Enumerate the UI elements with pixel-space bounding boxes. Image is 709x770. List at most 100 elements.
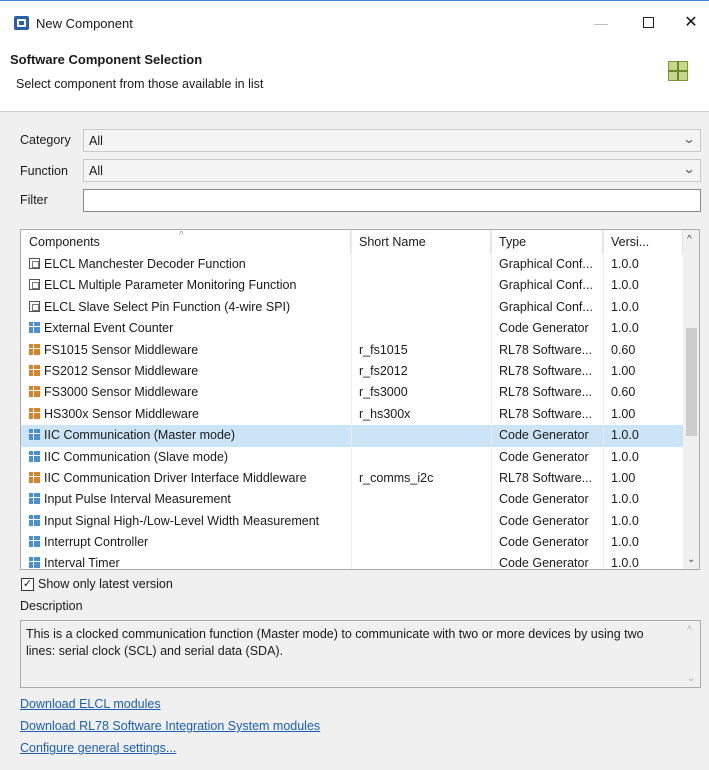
component-cell: FS1015 Sensor Middleware [29,340,351,361]
rl78-software-icon [29,364,40,376]
table-rows: ELCL Manchester Decoder Function Graphica… [21,254,683,570]
type-cell: Graphical Conf... [499,278,593,293]
column-divider [351,230,352,569]
table-row[interactable]: IIC Communication Driver Interface Middl… [21,468,683,489]
configure-settings-link[interactable]: Configure general settings... [20,741,176,755]
category-select[interactable]: All ⌄ [83,129,701,152]
scroll-down-icon[interactable]: ⌄ [687,673,695,684]
type-cell: RL78 Software... [499,385,593,400]
version-cell: 1.0.0 [611,321,639,336]
type-cell: Code Generator [499,556,589,570]
column-header-version[interactable]: Versi... [603,230,683,254]
type-cell: RL78 Software... [499,470,593,485]
type-cell: Code Generator [499,535,589,550]
component-cell: IIC Communication (Master mode) [29,425,351,446]
table-scrollbar[interactable]: ^ ⌄ [683,230,699,569]
table-row[interactable]: IIC Communication (Slave mode) Code Gener… [21,447,683,468]
short-name-cell: r_comms_i2c [359,470,434,485]
version-cell: 1.00 [611,363,636,378]
table-row[interactable]: Interval Timer Code Generator 1.0.0 [21,553,683,570]
type-cell: Graphical Conf... [499,299,593,314]
table-row[interactable]: Input Signal High-/Low-Level Width Measu… [21,511,683,532]
type-cell: Code Generator [499,321,589,336]
type-cell: Code Generator [499,513,589,528]
component-cell: FS3000 Sensor Middleware [29,382,351,403]
type-cell: RL78 Software... [499,342,593,357]
component-cell: IIC Communication (Slave mode) [29,447,351,468]
table-row[interactable]: FS3000 Sensor Middleware r_fs3000 RL78 Sof… [21,382,683,403]
scroll-down-icon[interactable]: ⌄ [687,554,695,565]
version-cell: 0.60 [611,385,636,400]
table-row[interactable]: IIC Communication (Master mode) Code Gene… [21,425,683,447]
code-generator-icon [29,557,40,569]
type-cell: Graphical Conf... [499,257,593,271]
version-cell: 1.0.0 [611,449,639,464]
short-name-cell: r_fs2012 [359,363,408,378]
table-row[interactable]: Input Pulse Interval Measurement Code Gen… [21,489,683,510]
column-header-type[interactable]: Type [491,230,603,254]
table-row[interactable]: ELCL Manchester Decoder Function Graphica… [21,254,683,275]
table-row[interactable]: ELCL Multiple Parameter Monitoring Funct… [21,275,683,296]
column-header-components[interactable]: Components ^ [21,230,351,254]
table-row[interactable]: External Event Counter Code Generator 1.0.… [21,318,683,339]
component-cell: ELCL Multiple Parameter Monitoring Funct… [29,275,351,296]
components-table: Components ^ Short Name Type Versi... EL… [20,229,700,570]
download-rl78-link[interactable]: Download RL78 Software Integration Syste… [20,719,320,733]
component-cell: HS300x Sensor Middleware [29,404,351,425]
component-cell: Interrupt Controller [29,532,351,553]
close-button[interactable]: ✕ [674,9,708,37]
app-icon [14,16,29,30]
code-generator-icon [29,322,40,334]
component-grid-icon [668,61,688,81]
sort-caret-icon: ^ [179,230,184,241]
scroll-up-icon[interactable]: ^ [687,625,692,636]
component-cell: Input Pulse Interval Measurement [29,489,351,510]
version-cell: 0.60 [611,342,636,357]
column-divider [491,230,492,569]
function-label: Function [20,164,68,178]
code-generator-icon [29,493,40,505]
short-name-cell: r_fs1015 [359,342,408,357]
type-cell: RL78 Software... [499,406,593,421]
rl78-software-icon [29,407,40,419]
dialog-subtitle: Select component from those available in… [16,77,264,91]
table-row[interactable]: FS1015 Sensor Middleware r_fs1015 RL78 Sof… [21,340,683,361]
table-row[interactable]: HS300x Sensor Middleware r_hs300x RL78 Sof… [21,404,683,425]
version-cell: 1.0.0 [611,257,639,271]
component-cell: IIC Communication Driver Interface Middl… [29,468,351,489]
description-label: Description [20,599,83,613]
table-row[interactable]: Interrupt Controller Code Generator 1.0.0 [21,532,683,553]
function-select[interactable]: All ⌄ [83,159,701,182]
component-cell: ELCL Manchester Decoder Function [29,254,351,275]
filter-label: Filter [20,193,48,207]
version-cell: 1.0.0 [611,556,639,570]
dialog-title: Software Component Selection [10,52,203,67]
type-cell: Code Generator [499,428,589,443]
description-box: This is a clocked communication function… [20,620,701,688]
show-latest-checkbox[interactable]: ✓ [21,578,34,591]
version-cell: 1.0.0 [611,299,639,314]
description-text: This is a clocked communication function… [26,627,644,658]
scrollbar-thumb[interactable] [686,328,697,436]
rl78-software-icon [29,386,40,398]
download-elcl-link[interactable]: Download ELCL modules [20,697,161,711]
graphical-config-icon [29,279,40,291]
graphical-config-icon [29,300,40,312]
version-cell: 1.00 [611,406,636,421]
table-row[interactable]: FS2012 Sensor Middleware r_fs2012 RL78 Sof… [21,361,683,382]
dialog-header: Software Component Selection Select comp… [0,44,709,112]
scroll-up-icon[interactable]: ^ [687,234,692,245]
column-header-short-name[interactable]: Short Name [351,230,491,254]
table-row[interactable]: ELCL Slave Select Pin Function (4-wire S… [21,297,683,318]
filter-input[interactable] [83,189,701,212]
version-cell: 1.0.0 [611,535,639,550]
description-scrollbar[interactable]: ^ ⌄ [683,621,700,687]
graphical-config-icon [29,258,40,269]
minimize-button[interactable]: — [584,9,618,37]
type-cell: Code Generator [499,492,589,507]
maximize-button[interactable] [631,9,665,37]
version-cell: 1.00 [611,470,636,485]
component-cell: ELCL Slave Select Pin Function (4-wire S… [29,297,351,318]
component-cell: FS2012 Sensor Middleware [29,361,351,382]
type-cell: Code Generator [499,449,589,464]
